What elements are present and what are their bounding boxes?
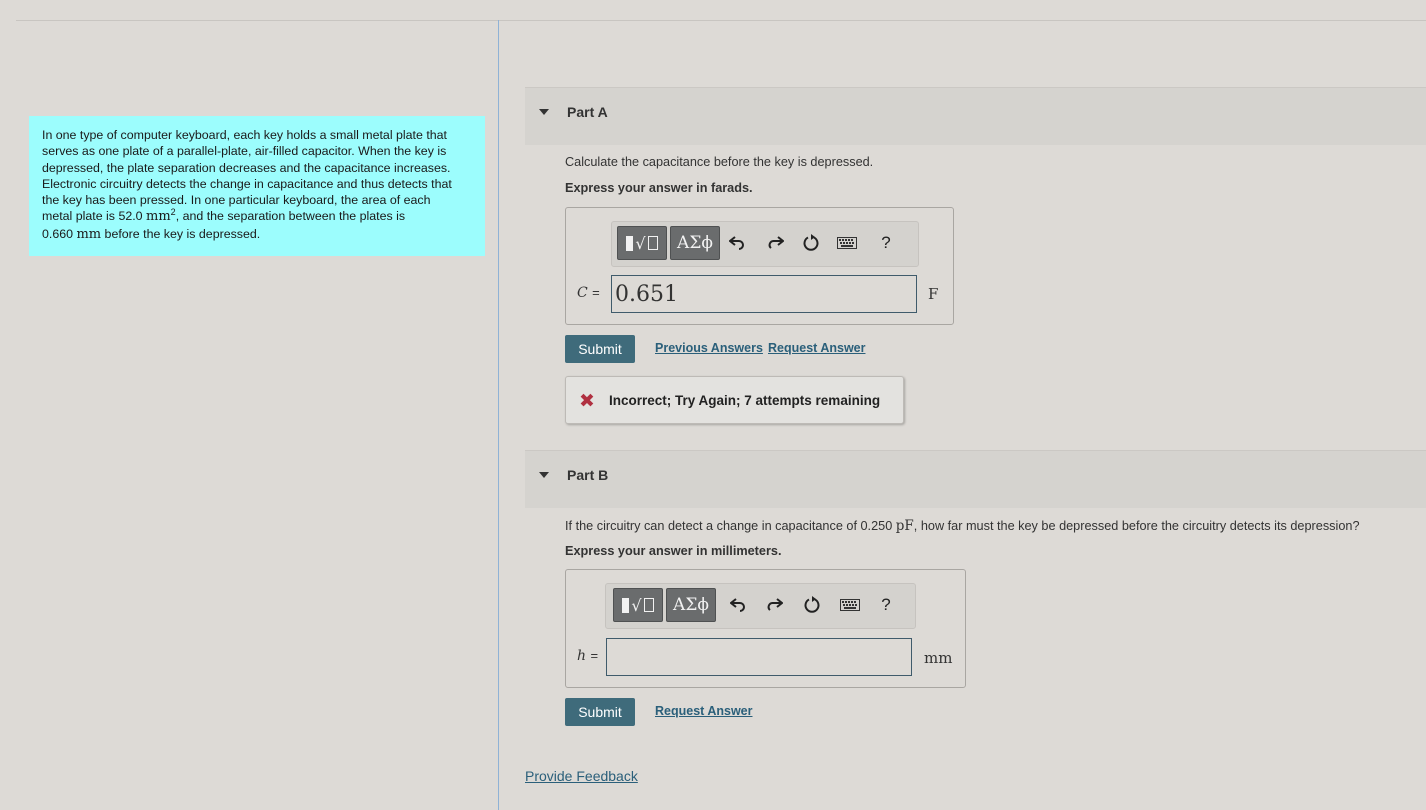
- problem-line: In one type of computer keyboard, each k…: [42, 128, 447, 142]
- part-a-title: Part A: [567, 104, 608, 120]
- keyboard-icon[interactable]: [835, 231, 859, 255]
- previous-answers-link[interactable]: Previous Answers: [655, 341, 763, 355]
- part-b-question: If the circuitry can detect a change in …: [565, 518, 1360, 534]
- template-icon: √: [622, 596, 654, 615]
- feedback-alert: ✖ Incorrect; Try Again; 7 attempts remai…: [565, 376, 904, 424]
- part-b-title: Part B: [567, 467, 609, 483]
- problem-line: depressed, the plate separation decrease…: [42, 160, 451, 175]
- undo-icon[interactable]: [726, 593, 750, 617]
- undo-icon[interactable]: [725, 231, 749, 255]
- help-icon[interactable]: ?: [874, 593, 898, 617]
- provide-feedback-link[interactable]: Provide Feedback: [525, 768, 638, 784]
- problem-text: 0.660: [42, 226, 77, 241]
- part-b-submit-button[interactable]: Submit: [565, 698, 635, 726]
- redo-icon[interactable]: [763, 593, 787, 617]
- pane-divider: [498, 20, 499, 810]
- redo-icon[interactable]: [764, 231, 788, 255]
- area-unit: mm: [146, 209, 171, 225]
- symbols-button[interactable]: ΑΣϕ: [670, 226, 720, 260]
- problem-line: Electronic circuitry detects the change …: [42, 176, 452, 191]
- answer-variable-label: C =: [577, 285, 600, 301]
- part-a-instructions: Express your answer in farads.: [565, 181, 753, 195]
- part-a-submit-button[interactable]: Submit: [565, 335, 635, 363]
- problem-line: 0.660 mm before the key is depressed.: [42, 226, 473, 243]
- problem-line: metal plate is 52.0 mm2, and the separat…: [42, 208, 473, 225]
- part-b-instructions: Express your answer in millimeters.: [565, 544, 782, 558]
- incorrect-x-icon: ✖: [579, 390, 595, 412]
- problem-line: serves as one plate of a parallel-plate,…: [42, 144, 447, 159]
- problem-statement: In one type of computer keyboard, each k…: [29, 116, 485, 256]
- capacitance-unit: pF: [895, 518, 914, 534]
- math-toolbar: √ ΑΣϕ ?: [611, 221, 919, 267]
- answer-unit: mm: [924, 649, 953, 667]
- problem-text: , and the separation between the plates …: [175, 209, 406, 224]
- reset-icon[interactable]: [799, 231, 823, 255]
- depression-distance-input[interactable]: [606, 638, 912, 676]
- math-toolbar: √ ΑΣϕ ?: [605, 583, 916, 629]
- keyboard-icon[interactable]: [838, 593, 862, 617]
- problem-text: metal plate is 52.0: [42, 209, 147, 224]
- collapse-caret-icon[interactable]: [539, 472, 549, 478]
- request-answer-link[interactable]: Request Answer: [655, 704, 752, 718]
- feedback-message: Incorrect; Try Again; 7 attempts remaini…: [609, 393, 881, 408]
- reset-icon[interactable]: [800, 593, 824, 617]
- answer-unit: F: [928, 285, 939, 303]
- capacitance-input[interactable]: 0.651: [611, 275, 917, 313]
- answer-variable-label: h =: [577, 648, 599, 664]
- part-b-answer-box: √ ΑΣϕ ? h = mm: [565, 569, 966, 688]
- problem-text: before the key is depressed.: [101, 226, 261, 241]
- part-a-answer-box: √ ΑΣϕ ? C = 0.651 F: [565, 207, 954, 325]
- template-icon: √: [626, 234, 658, 253]
- symbols-button[interactable]: ΑΣϕ: [666, 588, 716, 622]
- templates-button[interactable]: √: [617, 226, 667, 260]
- help-icon[interactable]: ?: [874, 231, 898, 255]
- part-a-question: Calculate the capacitance before the key…: [565, 155, 874, 169]
- separation-unit: mm: [76, 226, 102, 242]
- top-divider: [16, 20, 1426, 21]
- part-a-header[interactable]: Part A: [525, 87, 1426, 145]
- request-answer-link[interactable]: Request Answer: [768, 341, 865, 355]
- part-b-header[interactable]: Part B: [525, 450, 1426, 508]
- problem-line: the key has been pressed. In one particu…: [42, 193, 431, 208]
- collapse-caret-icon[interactable]: [539, 109, 549, 115]
- templates-button[interactable]: √: [613, 588, 663, 622]
